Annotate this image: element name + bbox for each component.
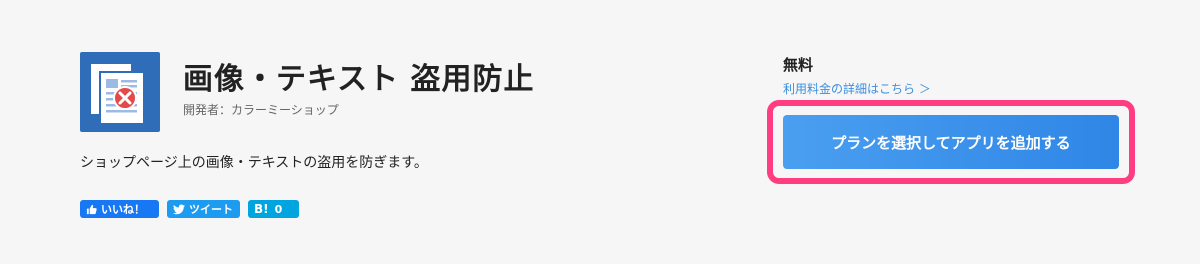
tweet-label: ツイート: [189, 203, 233, 216]
add-app-button[interactable]: プランを選択してアプリを追加する: [783, 115, 1119, 169]
fee-details-link[interactable]: 利用料金の詳細はこちら ＞: [783, 80, 931, 97]
app-description: ショップページ上の画像・テキストの盗用を防ぎます。: [80, 155, 428, 171]
facebook-like-label: いいね！: [101, 203, 145, 216]
thumbs-up-icon: [86, 204, 97, 214]
hatena-bookmark-count: 0: [274, 202, 283, 216]
developer-name: 開発者：カラーミーショップ: [183, 103, 339, 117]
document-block-icon: [89, 62, 145, 125]
app-detail-header: 画像・テキスト 盗用防止 開発者：カラーミーショップ ショップページ上の画像・テ…: [0, 0, 1200, 264]
facebook-like-button[interactable]: いいね！: [80, 200, 159, 218]
price-label: 無料: [783, 56, 814, 74]
app-icon: [80, 52, 160, 132]
social-buttons: いいね！ ツイート B! 0: [80, 200, 299, 218]
tweet-button[interactable]: ツイート: [167, 200, 240, 218]
hatena-bookmark-icon: B!: [254, 202, 269, 216]
hatena-bookmark-button[interactable]: B! 0: [248, 200, 299, 218]
app-title: 画像・テキスト 盗用防止: [183, 62, 535, 97]
twitter-bird-icon: [173, 204, 185, 214]
